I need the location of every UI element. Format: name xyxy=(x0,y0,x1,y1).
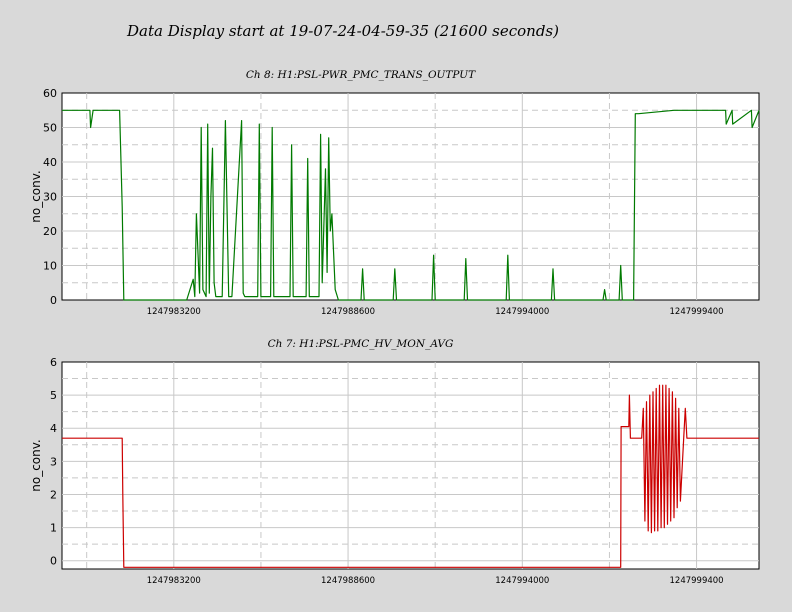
chart-panel-ch7: Ch 7: H1:PSL-PMC_HV_MON_AVG 0 1 2 3 4 5 6 124798… xyxy=(29,338,760,586)
plots-canvas: Ch 8: H1:PSL-PWR_PMC_TRANS_OUTPUT0102030… xyxy=(29,69,760,586)
y-tick-label: 20 xyxy=(43,225,57,238)
chart-panel-ch8: Ch 8: H1:PSL-PWR_PMC_TRANS_OUTPUT 0 10 20 30… xyxy=(29,69,760,317)
x-tick-label: 1247999400 xyxy=(670,576,724,586)
x-tick-label: 1247994000 xyxy=(495,576,549,586)
y-tick-label: 5 xyxy=(50,389,57,402)
y-tick-label: 4 xyxy=(50,422,57,435)
y-tick-label: 1 xyxy=(50,522,57,535)
chart-title: Ch 8: H1:PSL-PWR_PMC_TRANS_OUTPUT xyxy=(246,69,476,81)
x-tick-label: 1247999400 xyxy=(670,307,724,317)
x-tick-label: 1247988600 xyxy=(321,307,375,317)
y-tick-label: 60 xyxy=(43,87,57,100)
y-tick-label: 40 xyxy=(43,156,57,169)
y-tick-label: 6 xyxy=(50,356,57,369)
y-axis-label: no_conv. xyxy=(29,170,43,222)
chart-title: Ch 7: H1:PSL-PMC_HV_MON_AVG xyxy=(268,338,454,350)
y-tick-label: 3 xyxy=(50,455,57,468)
y-tick-label: 0 xyxy=(50,555,57,568)
y-axis-label: no_conv. xyxy=(29,439,43,491)
x-tick-label: 1247994000 xyxy=(495,307,549,317)
x-tick-label: 1247988600 xyxy=(321,576,375,586)
y-tick-label: 30 xyxy=(43,191,57,204)
y-tick-label: 10 xyxy=(43,260,57,273)
plot-area xyxy=(61,361,760,570)
y-tick-label: 50 xyxy=(43,122,57,135)
y-tick-label: 0 xyxy=(50,294,57,307)
y-tick-label: 2 xyxy=(50,488,57,501)
x-tick-label: 1247983200 xyxy=(147,307,201,317)
x-tick-label: 1247983200 xyxy=(147,576,201,586)
